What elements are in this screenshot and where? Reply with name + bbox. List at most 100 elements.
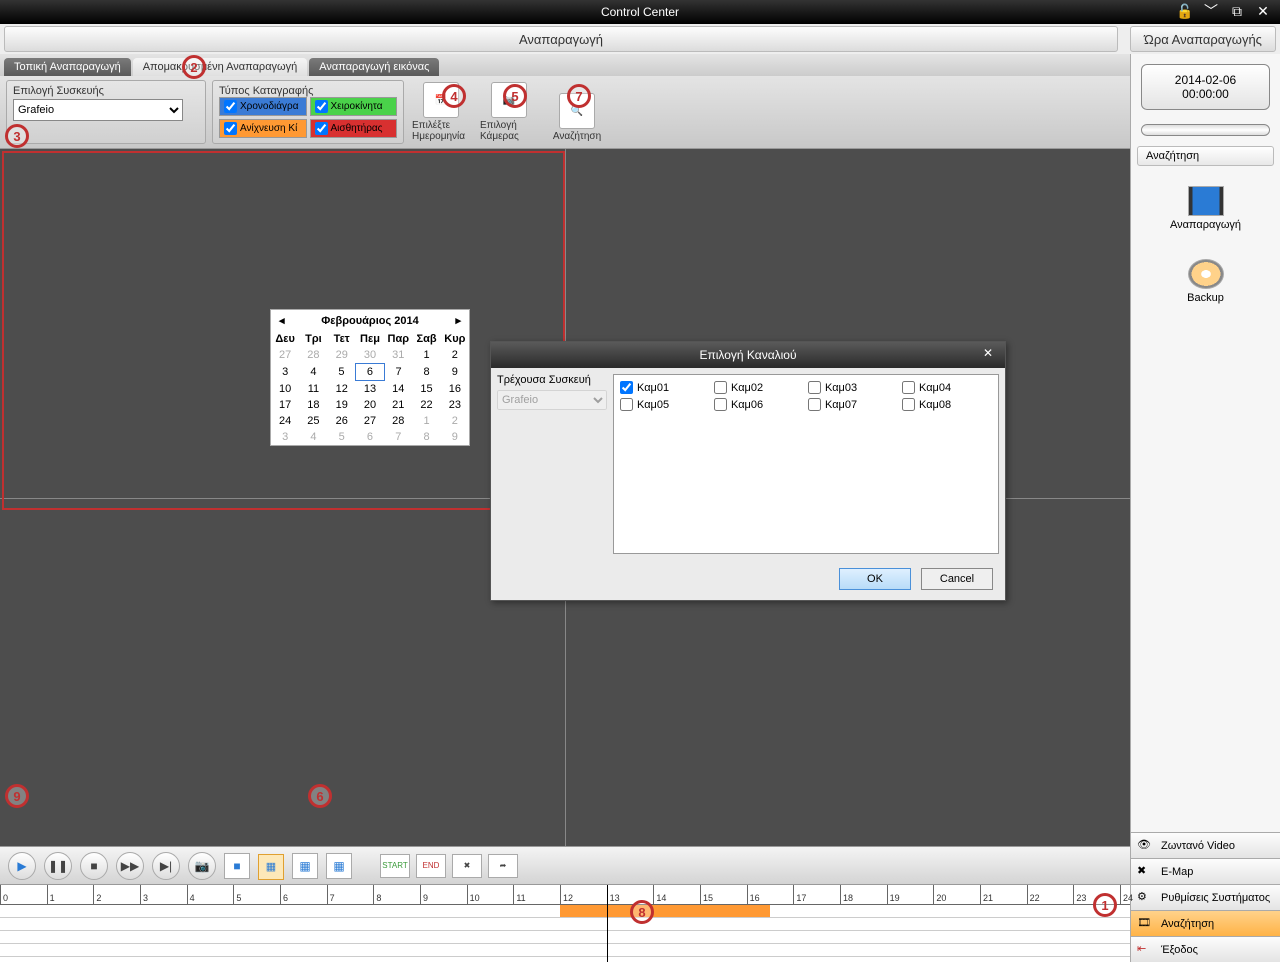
channel-Καμ08[interactable]: Καμ08 [902,398,992,411]
channel-Καμ05[interactable]: Καμ05 [620,398,710,411]
seg-start-button[interactable]: START [380,854,410,878]
cal-day[interactable]: 18 [299,397,327,413]
seg-export-button[interactable]: ➦ [488,854,518,878]
cal-day[interactable]: 29 [328,347,356,364]
cal-day[interactable]: 8 [412,364,440,381]
cal-day[interactable]: 3 [271,429,299,445]
sidebar-playback-button[interactable]: Αναπαραγωγή [1131,186,1280,231]
close-icon[interactable]: ✕ [1254,2,1272,20]
channel-Καμ07[interactable]: Καμ07 [808,398,898,411]
cal-next[interactable]: ▸ [455,314,461,327]
cal-day[interactable]: 20 [356,397,384,413]
dialog-cancel-button[interactable]: Cancel [921,568,993,590]
cal-day[interactable]: 21 [384,397,412,413]
cal-day[interactable]: 19 [328,397,356,413]
next-button[interactable]: ▶| [152,852,180,880]
cal-day[interactable]: 11 [299,381,327,398]
cal-day[interactable]: 13 [356,381,384,398]
time-scroll[interactable] [1141,124,1270,136]
cal-day[interactable]: 4 [299,364,327,381]
channel-Καμ01[interactable]: Καμ01 [620,381,710,394]
cal-day[interactable]: 26 [328,413,356,429]
timeline[interactable]: 0123456789101112131415161718192021222324 [0,884,1130,962]
timeline-marker[interactable] [607,885,608,962]
cal-day[interactable]: 9 [441,429,469,445]
cal-day[interactable]: 9 [441,364,469,381]
tab-remote[interactable]: Απομακρυσμένη Αναπαραγωγή [133,58,308,76]
stop-button[interactable]: ■ [80,852,108,880]
pause-button[interactable]: ❚❚ [44,852,72,880]
dialog-device-select[interactable]: Grafeio [497,390,607,410]
snapshot-button[interactable]: 📷 [188,852,216,880]
cal-day[interactable]: 2 [441,347,469,364]
cal-day[interactable]: 28 [384,413,412,429]
channel-Καμ02[interactable]: Καμ02 [714,381,804,394]
recordtype-1[interactable]: Χειροκίνητα [310,97,398,116]
channel-Καμ04[interactable]: Καμ04 [902,381,992,394]
cal-day[interactable]: 4 [299,429,327,445]
select-camera-button[interactable]: 📷 Επιλογή Κάμερας [478,80,540,144]
cal-day[interactable]: 1 [412,413,440,429]
timeline-segment[interactable] [560,905,770,917]
cal-day[interactable]: 6 [356,364,384,381]
cal-day[interactable]: 8 [412,429,440,445]
cal-day[interactable]: 7 [384,429,412,445]
dialog-device-label: Τρέχουσα Συσκευή [497,374,607,386]
tab-local[interactable]: Τοπική Αναπαραγωγή [4,58,131,76]
seg-end-button[interactable]: END [416,854,446,878]
grid1-button[interactable]: ■ [224,853,250,879]
grid9-button[interactable]: ▦ [292,853,318,879]
cal-day[interactable]: 23 [441,397,469,413]
cal-day[interactable]: 10 [271,381,299,398]
lock-icon[interactable]: 🔓 [1176,2,1194,20]
menu-live-video[interactable]: 👁Ζωντανό Video [1131,832,1280,858]
cal-day[interactable]: 6 [356,429,384,445]
channel-Καμ03[interactable]: Καμ03 [808,381,898,394]
dialog-close-icon[interactable]: ✕ [983,346,999,362]
recordtype-2[interactable]: Ανίχνευση Κί [219,119,307,138]
cal-day[interactable]: 22 [412,397,440,413]
menu-exit[interactable]: ⇤Έξοδος [1131,936,1280,962]
map-icon: ✖ [1137,864,1155,880]
tab-image[interactable]: Αναπαραγωγή εικόνας [309,58,439,76]
maximize-icon[interactable]: ⧉ [1228,2,1246,20]
select-date-button[interactable]: 📅 Επιλέξτε Ημερομηνία [410,80,472,144]
cal-day[interactable]: 5 [328,429,356,445]
menu-search[interactable]: 🎞Αναζήτηση [1131,910,1280,936]
device-select[interactable]: Grafeio [13,99,183,121]
cal-day[interactable]: 3 [271,364,299,381]
cal-day[interactable]: 28 [299,347,327,364]
grid4-button[interactable]: ▦ [258,854,284,880]
recordtype-3[interactable]: Αισθητήρας [310,119,398,138]
menu-emap[interactable]: ✖E-Map [1131,858,1280,884]
sidebar-backup-button[interactable]: Backup [1131,259,1280,304]
grid16-button[interactable]: ▦ [326,853,352,879]
search-button[interactable]: 🔍 Αναζήτηση [546,80,608,144]
cal-day[interactable]: 25 [299,413,327,429]
cal-day[interactable]: 27 [271,347,299,364]
video-grid[interactable]: ◂ Φεβρουάριος 2014 ▸ ΔευΤριΤετΠεμΠαρΣαβΚ… [0,149,1130,846]
cal-day[interactable]: 5 [328,364,356,381]
cal-day[interactable]: 12 [328,381,356,398]
seg-cancel-button[interactable]: ✖ [452,854,482,878]
cal-day[interactable]: 7 [384,364,412,381]
dialog-ok-button[interactable]: OK [839,568,911,590]
channel-Καμ06[interactable]: Καμ06 [714,398,804,411]
cal-day[interactable]: 17 [271,397,299,413]
cal-day[interactable]: 31 [384,347,412,364]
cal-day[interactable]: 27 [356,413,384,429]
cal-day[interactable]: 2 [441,413,469,429]
cal-day[interactable]: 30 [356,347,384,364]
cal-day[interactable]: 14 [384,381,412,398]
cal-day[interactable]: 24 [271,413,299,429]
eye-icon: 👁 [1137,838,1155,854]
cal-prev[interactable]: ◂ [279,314,285,327]
cal-day[interactable]: 1 [412,347,440,364]
cal-day[interactable]: 15 [412,381,440,398]
recordtype-0[interactable]: Χρονοδιάγρα [219,97,307,116]
play-button[interactable]: ▶ [8,852,36,880]
minimize-icon[interactable]: ﹀ [1202,2,1220,20]
menu-system-settings[interactable]: ⚙Ρυθμίσεις Συστήματος [1131,884,1280,910]
ffwd-button[interactable]: ▶▶ [116,852,144,880]
cal-day[interactable]: 16 [441,381,469,398]
